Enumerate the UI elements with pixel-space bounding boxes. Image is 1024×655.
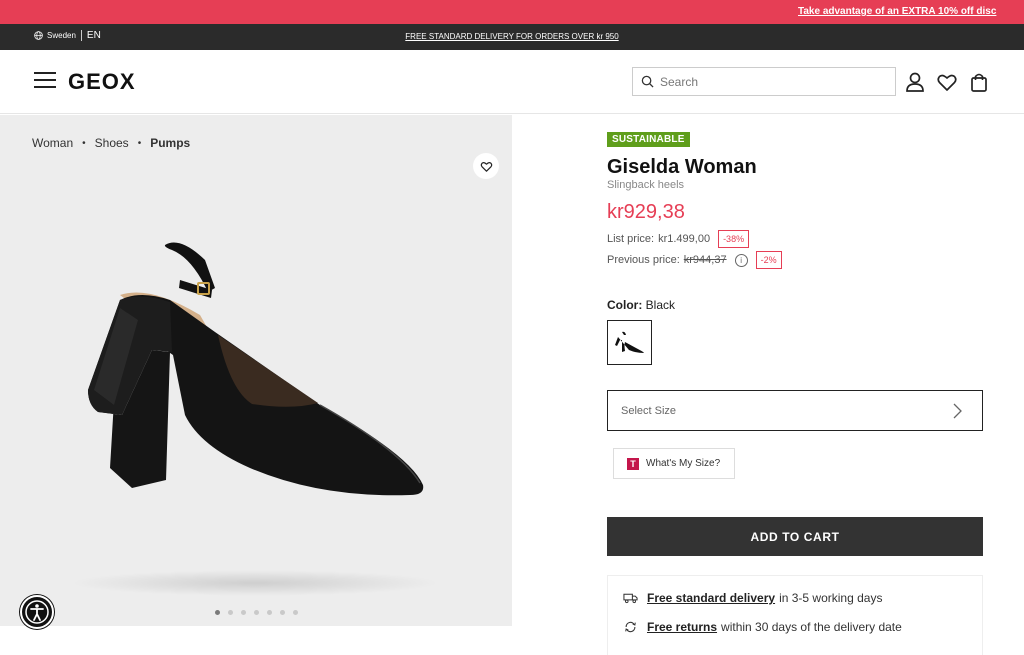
whats-my-size-label: What's My Size? bbox=[646, 458, 721, 469]
breadcrumb-item-woman[interactable]: Woman bbox=[32, 136, 73, 150]
breadcrumb-item-pumps[interactable]: Pumps bbox=[150, 136, 190, 150]
chevron-right-icon bbox=[953, 403, 962, 419]
search-icon bbox=[641, 75, 654, 88]
search-box[interactable] bbox=[632, 67, 896, 96]
free-delivery-link[interactable]: Free standard delivery bbox=[647, 591, 775, 605]
color-row: Color: Black bbox=[607, 298, 675, 312]
promo-bar: Take advantage of an EXTRA 10% off disc bbox=[0, 0, 1024, 24]
benefit-returns: Free returns within 30 days of the deliv… bbox=[623, 620, 902, 634]
promo-link[interactable]: Take advantage of an EXTRA 10% off disc bbox=[798, 6, 996, 17]
shoe-shadow bbox=[70, 570, 440, 596]
accessibility-icon bbox=[25, 600, 49, 624]
free-delivery-text: in 3-5 working days bbox=[779, 591, 883, 605]
color-label: Color: bbox=[607, 298, 643, 312]
product-name: Giselda Woman bbox=[607, 156, 757, 178]
shoe-thumbnail bbox=[614, 331, 644, 353]
sustainable-badge: SUSTAINABLE bbox=[607, 132, 690, 147]
product-image[interactable] bbox=[80, 240, 440, 500]
utility-bar: Sweden EN FREE STANDARD DELIVERY FOR ORD… bbox=[0, 24, 1024, 50]
list-price-label: List price: bbox=[607, 233, 655, 245]
product-subtitle: Slingback heels bbox=[607, 179, 685, 191]
gallery-dot[interactable] bbox=[215, 610, 220, 615]
truck-icon bbox=[623, 593, 638, 604]
breadcrumb-item-shoes[interactable]: Shoes bbox=[95, 136, 129, 150]
brand-logo[interactable]: GEOX bbox=[68, 69, 136, 95]
gallery-dot[interactable] bbox=[267, 610, 272, 615]
user-icon[interactable] bbox=[904, 71, 926, 93]
list-price-row: List price: kr1.499,00 -38% bbox=[607, 229, 750, 249]
previous-discount-badge: -2% bbox=[755, 251, 782, 269]
heart-icon bbox=[480, 161, 492, 172]
previous-price-label: Previous price: bbox=[607, 254, 680, 266]
gallery-pagination bbox=[215, 610, 306, 615]
product-gallery: Woman • Shoes • Pumps bbox=[0, 115, 512, 626]
breadcrumb-separator: • bbox=[137, 137, 142, 149]
current-price: kr929,38 bbox=[607, 201, 685, 223]
size-select[interactable]: Select Size bbox=[607, 390, 983, 431]
menu-icon[interactable] bbox=[34, 72, 56, 88]
site-header: GEOX bbox=[0, 50, 1024, 114]
color-swatch-black[interactable] bbox=[607, 320, 652, 365]
heart-icon[interactable] bbox=[936, 71, 958, 93]
bag-icon[interactable] bbox=[968, 71, 990, 93]
size-select-placeholder: Select Size bbox=[621, 404, 677, 417]
list-price-value: kr1.499,00 bbox=[658, 233, 711, 245]
color-value: Black bbox=[645, 298, 676, 312]
gallery-dot[interactable] bbox=[293, 610, 298, 615]
benefits-box: Free standard delivery in 3-5 working da… bbox=[607, 575, 983, 655]
size-tool-logo: T bbox=[627, 457, 639, 470]
gallery-dot[interactable] bbox=[241, 610, 246, 615]
add-to-cart-button[interactable]: ADD TO CART bbox=[607, 517, 983, 556]
free-delivery-note[interactable]: FREE STANDARD DELIVERY FOR ORDERS OVER k… bbox=[0, 32, 1024, 41]
list-discount-badge: -38% bbox=[718, 230, 750, 248]
benefit-delivery: Free standard delivery in 3-5 working da… bbox=[623, 591, 882, 605]
whats-my-size-button[interactable]: T What's My Size? bbox=[613, 448, 735, 479]
return-icon bbox=[625, 621, 636, 633]
breadcrumb: Woman • Shoes • Pumps bbox=[32, 136, 190, 150]
accessibility-button[interactable] bbox=[20, 595, 54, 629]
search-input[interactable] bbox=[660, 74, 880, 89]
add-to-wishlist-button[interactable] bbox=[473, 153, 499, 179]
info-icon[interactable]: i bbox=[734, 253, 748, 267]
free-returns-text: within 30 days of the delivery date bbox=[721, 620, 902, 634]
gallery-dot[interactable] bbox=[254, 610, 259, 615]
breadcrumb-separator: • bbox=[82, 137, 86, 149]
gallery-dot[interactable] bbox=[280, 610, 285, 615]
previous-price-value: kr944,37 bbox=[683, 254, 727, 266]
free-returns-link[interactable]: Free returns bbox=[647, 620, 717, 634]
gallery-dot[interactable] bbox=[228, 610, 233, 615]
previous-price-row: Previous price: kr944,37 i -2% bbox=[607, 250, 782, 270]
